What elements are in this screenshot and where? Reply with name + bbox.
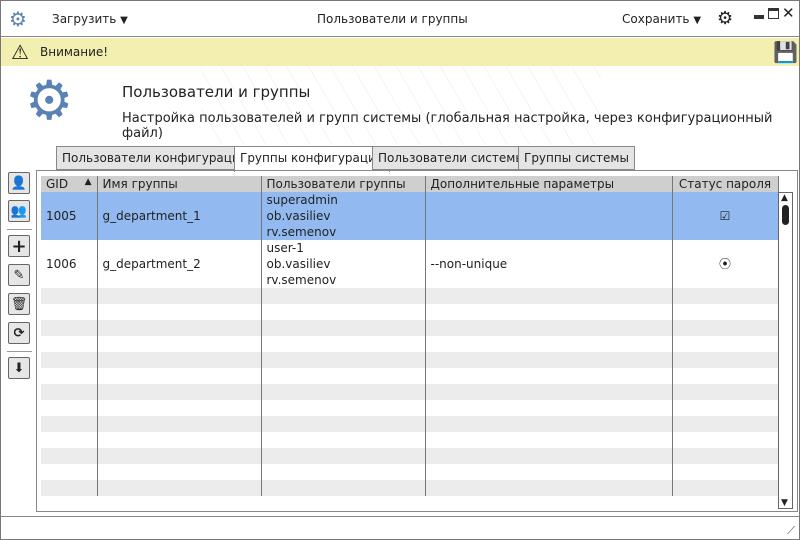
save-menu[interactable]: Сохранить ▼ — [622, 12, 701, 26]
groups-table: GID ▲ Имя группы Пользователи группы Допо… — [41, 176, 779, 496]
column-header-status[interactable]: Статус пароля — [672, 176, 779, 192]
window-title: Пользователи и группы — [317, 12, 468, 26]
close-icon[interactable]: ✕ — [782, 4, 795, 22]
window: ⚙ Загрузить ▼ Пользователи и группы Сохр… — [0, 0, 800, 540]
group-user: superadmin — [266, 193, 338, 207]
cell-users: user-1 ob.vasiliev rv.semenov — [261, 240, 426, 288]
scroll-down-icon[interactable]: ▼ — [781, 498, 788, 508]
header-label: GID — [46, 177, 69, 191]
caret-down-icon: ▼ — [120, 15, 128, 26]
cell-name: g_department_1 — [97, 192, 262, 240]
warning-icon: ⚠ — [11, 40, 29, 64]
table-row[interactable]: 1005 g_department_1 superadmin ob.vasilie… — [41, 192, 779, 240]
refresh-button[interactable]: ⟳ — [8, 322, 30, 344]
column-header-gid[interactable]: GID ▲ — [41, 176, 98, 192]
empty-row — [41, 416, 779, 432]
scroll-up-icon[interactable]: ▲ — [781, 193, 788, 203]
radio-dot-icon: ⦿ — [718, 257, 731, 271]
empty-row — [41, 288, 779, 304]
tab-config-groups[interactable]: Группы конфигурации — [234, 146, 390, 172]
page-subtitle: Настройка пользователей и групп системы … — [122, 111, 773, 141]
status-bar: ⟋ — [1, 516, 799, 540]
cell-status: ☑ — [672, 192, 779, 240]
empty-row — [41, 336, 779, 352]
empty-row — [41, 384, 779, 400]
edit-icon: ✎ — [13, 267, 25, 283]
warning-bar: ⚠ Внимание! 💾 — [1, 38, 799, 66]
add-button[interactable]: + — [8, 235, 30, 257]
tab-label: Группы конфигурации — [240, 151, 384, 165]
resize-grip-icon[interactable]: ⟋ — [787, 524, 795, 538]
empty-row — [41, 464, 779, 480]
group-user: ob.vasiliev — [266, 257, 331, 271]
users-group-icon: 👥 — [10, 203, 28, 219]
save-user-icon[interactable]: 💾 — [773, 40, 798, 64]
empty-row — [41, 448, 779, 464]
toolbar-divider — [7, 351, 32, 352]
plus-icon: + — [11, 235, 27, 257]
users-group-button[interactable]: 👥 — [8, 200, 30, 222]
contact-icon: 👤 — [10, 175, 28, 191]
sort-asc-icon: ▲ — [84, 177, 92, 187]
cell-params — [425, 192, 673, 240]
cell-status: ⦿ — [672, 240, 779, 288]
tab-system-groups[interactable]: Группы системы — [518, 146, 635, 170]
cell-gid: 1005 — [41, 192, 98, 240]
empty-row — [41, 400, 779, 416]
tab-label: Пользователи системы — [378, 151, 525, 165]
group-user: user-1 — [266, 241, 304, 255]
cell-params: --non-unique — [425, 240, 673, 288]
tab-config-users[interactable]: Пользователи конфигурации — [56, 146, 254, 170]
trash-icon: 🗑 — [10, 296, 28, 312]
empty-row — [41, 432, 779, 448]
column-header-users[interactable]: Пользователи группы — [261, 176, 426, 192]
save-label: Сохранить — [622, 12, 690, 26]
group-user: ob.vasiliev — [266, 209, 331, 223]
refresh-icon: ⟳ — [13, 325, 25, 341]
cell-name: g_department_2 — [97, 240, 262, 288]
cell-users: superadmin ob.vasiliev rv.semenov — [261, 192, 426, 240]
page-title: Пользователи и группы — [122, 83, 311, 101]
column-header-name[interactable]: Имя группы — [97, 176, 262, 192]
table-row[interactable]: 1006 g_department_2 user-1 ob.vasiliev rv.… — [41, 240, 779, 288]
edit-button[interactable]: ✎ — [8, 264, 30, 286]
user-contact-button[interactable]: 👤 — [8, 172, 30, 194]
tab-label: Пользователи конфигурации — [62, 151, 248, 165]
download-icon: ⬇ — [13, 360, 25, 376]
empty-row — [41, 368, 779, 384]
minimize-icon[interactable] — [754, 15, 764, 19]
scroll-thumb[interactable] — [782, 205, 789, 225]
empty-row — [41, 352, 779, 368]
empty-row — [41, 480, 779, 496]
toolbar-divider — [7, 229, 32, 230]
download-button[interactable]: ⬇ — [8, 357, 30, 379]
group-user: rv.semenov — [266, 273, 337, 287]
load-label: Загрузить — [52, 12, 117, 26]
empty-row — [41, 320, 779, 336]
app-gears-icon: ⚙ — [9, 7, 27, 31]
maximize-icon[interactable] — [768, 8, 779, 19]
cell-gid: 1006 — [41, 240, 98, 288]
header-gears-icon: ⚙ — [25, 69, 74, 132]
empty-row — [41, 304, 779, 320]
warning-text: Внимание! — [40, 45, 109, 59]
vertical-scrollbar[interactable]: ▲ ▼ — [778, 192, 793, 509]
settings-gear-icon[interactable]: ⚙ — [717, 8, 733, 29]
load-menu[interactable]: Загрузить ▼ — [52, 12, 128, 26]
tab-system-users[interactable]: Пользователи системы — [372, 146, 531, 170]
title-bar: ⚙ Загрузить ▼ Пользователи и группы Сохр… — [1, 1, 799, 37]
tab-label: Группы системы — [524, 151, 629, 165]
checkbox-checked-icon: ☑ — [719, 209, 731, 223]
caret-down-icon: ▼ — [693, 15, 702, 26]
column-header-params[interactable]: Дополнительные параметры — [425, 176, 673, 192]
group-user: rv.semenov — [266, 225, 337, 239]
delete-button[interactable]: 🗑 — [8, 293, 30, 315]
